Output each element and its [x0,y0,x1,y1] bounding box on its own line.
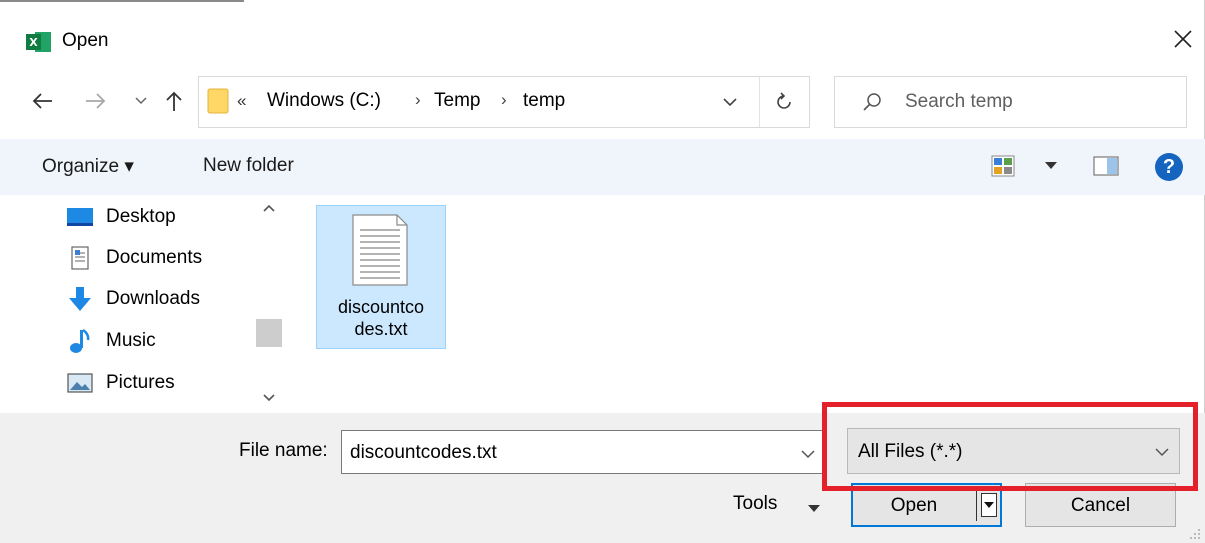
breadcrumb-windows-c[interactable]: Windows (C:) [267,90,381,112]
caret-down-icon [984,502,994,508]
open-dialog: X Open « Windows (C:) › Temp › temp Sear… [0,0,1205,543]
file-name-label: File name: [239,440,328,461]
breadcrumb-temp-current[interactable]: temp [523,90,565,112]
downloads-icon [66,285,94,313]
chevron-down-icon[interactable] [800,449,816,459]
chevron-down-icon[interactable] [807,504,821,513]
file-name-line: discountco [337,297,425,317]
arrow-up-icon [166,91,182,111]
file-name-value: discountcodes.txt [350,442,497,463]
forward-button[interactable] [78,73,112,129]
tree-item-label: Documents [106,247,203,268]
up-button[interactable] [160,73,188,129]
view-options-icon[interactable] [991,155,1015,177]
search-box[interactable]: Search temp [834,76,1187,128]
tree-item-downloads[interactable]: Downloads [66,279,200,319]
window-title: Open [62,30,109,51]
arrow-right-icon [86,93,106,109]
divider [759,77,760,127]
desktop-icon [66,203,94,231]
file-name-input[interactable]: discountcodes.txt [341,430,823,474]
tree-item-documents[interactable]: Documents [66,238,202,278]
back-button[interactable] [26,73,60,129]
tools-button[interactable]: Tools [733,493,777,515]
window-top-edge [0,0,244,2]
chevron-up-icon[interactable] [262,203,276,213]
folder-icon [207,88,229,114]
tree-item-music[interactable]: Music [66,321,156,361]
file-list: discountco des.txt [286,195,1205,413]
tree-item-label: Downloads [106,288,200,309]
highlight-box [822,402,1198,491]
cancel-button-label: Cancel [1070,495,1131,516]
close-icon[interactable] [1168,24,1198,54]
chevron-down-icon[interactable] [719,89,741,115]
file-name: discountco des.txt [317,296,445,340]
tree-item-label: Pictures [106,372,175,393]
open-options-button[interactable] [981,493,997,517]
arrow-left-icon [32,93,52,109]
open-button-label: Open [890,495,938,516]
music-icon [66,327,94,355]
organize-button[interactable]: Organize ▾ [42,155,134,178]
breadcrumb-separator[interactable]: › [415,90,421,110]
tree-item-desktop[interactable]: Desktop [66,197,176,237]
file-name-line: des.txt [354,319,408,339]
divider [976,489,977,521]
help-icon[interactable]: ? [1155,153,1183,181]
recent-locations-button[interactable] [130,73,152,129]
breadcrumb-separator[interactable]: › [501,90,507,110]
search-placeholder: Search temp [905,91,1013,112]
breadcrumb-temp[interactable]: Temp [434,90,480,112]
chevron-down-icon [135,97,147,105]
chevron-down-icon[interactable] [1044,161,1058,171]
refresh-icon[interactable] [771,89,797,115]
title-bar: X Open [0,10,1205,68]
chevron-down-icon[interactable] [262,393,276,403]
preview-pane-icon[interactable] [1093,156,1119,176]
search-icon [863,93,881,111]
tree-item-label: Desktop [106,206,176,227]
new-folder-button[interactable]: New folder [203,155,294,177]
svg-text:X: X [29,36,38,49]
address-bar[interactable]: « Windows (C:) › Temp › temp [198,76,810,128]
tree-item-label: Music [106,330,156,351]
scrollbar-thumb[interactable] [256,319,282,347]
resize-grip-icon[interactable] [1188,527,1202,541]
text-file-icon [352,214,408,286]
navigation-scrollbar[interactable] [256,195,284,413]
command-toolbar: Organize ▾ New folder ? [0,139,1205,195]
tree-item-pictures[interactable]: Pictures [66,363,175,403]
pictures-icon [66,369,94,397]
file-item[interactable]: discountco des.txt [316,205,446,349]
excel-icon: X [26,32,51,52]
breadcrumb-overflow[interactable]: « [237,91,246,111]
navigation-pane: Desktop Documents Downloads Music Pictur… [0,195,285,413]
documents-icon [66,244,94,272]
